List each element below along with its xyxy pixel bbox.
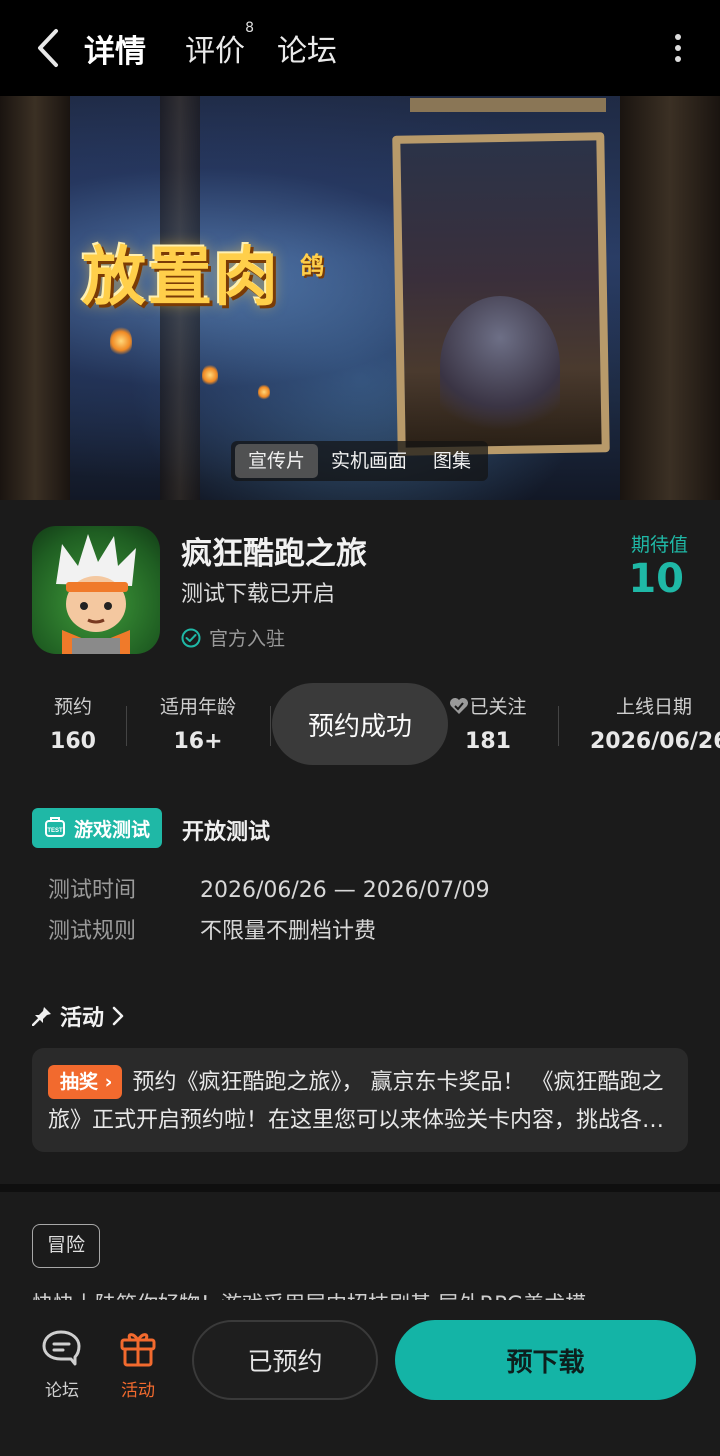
game-subtitle: 测试下载已开启 xyxy=(181,582,336,607)
stat-divider xyxy=(558,706,559,746)
promo-video-banner[interactable]: 放置肉 鸽 宣传片 实机画面 图集 xyxy=(0,96,720,500)
stat-label: 上线日期 xyxy=(615,696,692,718)
heart-icon xyxy=(450,698,469,714)
game-info-section: 疯狂酷跑之旅 测试下载已开启 官方入驻 期待值 10 预约 160 适用年龄 1… xyxy=(0,500,720,1184)
pin-icon xyxy=(32,1007,51,1026)
lottery-tag: 抽奖 › xyxy=(48,1065,123,1099)
test-row-key: 测试规则 xyxy=(48,919,137,944)
media-tab-gallery[interactable]: 图集 xyxy=(420,444,484,478)
chevron-right-icon xyxy=(112,1006,124,1026)
banner-card-back xyxy=(410,98,606,112)
expectation-label: 期待值 xyxy=(630,534,688,556)
game-logo-text: 放置肉 xyxy=(82,241,280,315)
game-test-badge: TEST 游戏测试 xyxy=(32,808,163,848)
test-badge-label: 游戏测试 xyxy=(74,818,151,841)
tab-forum-label: 论坛 xyxy=(277,34,337,69)
stat-divider xyxy=(126,706,127,746)
test-time-row: 测试时间 2026/06/26 — 2026/07/09 xyxy=(48,872,490,904)
stat-followers: 已关注 181 xyxy=(440,692,536,754)
tab-detail-label: 详情 xyxy=(84,34,146,70)
stat-label: 预约 xyxy=(53,696,92,718)
tab-forum[interactable]: 论坛 xyxy=(277,26,337,70)
banner-pillar-left xyxy=(0,96,70,500)
activity-title: 活动 xyxy=(60,1006,105,1031)
reserved-button[interactable]: 已预约 xyxy=(192,1320,378,1400)
top-nav-bar: 详情 评价 8 论坛 xyxy=(0,0,720,96)
stat-age-rating: 适用年龄 16+ xyxy=(150,692,246,754)
game-icon-art xyxy=(56,534,136,654)
media-tabs: 宣传片 实机画面 图集 xyxy=(231,441,489,481)
game-logo-small: 鸽 xyxy=(300,252,324,280)
bottom-activity-label: 活动 xyxy=(121,1381,155,1401)
test-rules-row: 测试规则 不限量不删档计费 xyxy=(48,913,376,945)
test-row-value: 不限量不删档计费 xyxy=(200,919,377,944)
reservation-success-toast: 预约成功 xyxy=(272,683,448,765)
gift-icon xyxy=(120,1333,156,1367)
official-verified-badge: 官方入驻 xyxy=(181,624,285,651)
test-row-value: 2026/06/26 — 2026/07/09 xyxy=(200,878,490,903)
stat-value: 181 xyxy=(465,729,511,754)
review-count-badge: 8 xyxy=(245,20,254,36)
torch-flame xyxy=(202,364,218,386)
lottery-tag-label: 抽奖 xyxy=(60,1071,99,1093)
more-menu-icon[interactable] xyxy=(666,30,690,66)
activity-card[interactable]: 抽奖 › 预约《疯狂酷跑之旅》， 赢京东卡奖品！ 《疯狂酷跑之旅》正式开启预约啦！… xyxy=(32,1048,688,1152)
torch-flame xyxy=(258,384,270,400)
stat-value: 2026/06/26 xyxy=(590,729,720,754)
media-tab-gameplay[interactable]: 实机画面 xyxy=(318,444,420,478)
bottom-action-bar: 论坛 活动 已预约 预下载 xyxy=(0,1300,720,1456)
tab-review-label: 评价 xyxy=(185,34,245,69)
back-button[interactable] xyxy=(28,22,68,74)
forum-chat-icon xyxy=(42,1330,81,1366)
stat-release-date: 上线日期 2026/06/26 xyxy=(590,692,720,754)
banner-character-figure xyxy=(440,296,560,436)
stat-label: 适用年龄 xyxy=(159,696,236,718)
game-app-icon xyxy=(32,526,160,654)
banner-pillar-right xyxy=(620,96,720,500)
bottom-forum-label: 论坛 xyxy=(45,1381,79,1401)
activity-text: 预约《疯狂酷跑之旅》， 赢京东卡奖品！ 《疯狂酷跑之旅》正式开启预约啦！在这里您… xyxy=(48,1070,665,1133)
test-flask-icon: TEST xyxy=(45,817,65,837)
svg-text:TEST: TEST xyxy=(47,828,63,834)
expectation-value: 10 xyxy=(628,556,684,602)
stat-value: 16+ xyxy=(173,729,223,754)
stat-label-text: 已关注 xyxy=(469,696,527,718)
stat-reservations: 预约 160 xyxy=(42,692,104,754)
section-separator xyxy=(0,1184,720,1192)
media-tab-trailer[interactable]: 宣传片 xyxy=(235,444,319,478)
test-type-title: 开放测试 xyxy=(182,820,271,845)
stat-value: 160 xyxy=(50,729,96,754)
bottom-activity-button[interactable]: 活动 xyxy=(108,1326,168,1401)
pre-download-button[interactable]: 预下载 xyxy=(395,1320,696,1400)
stat-label: 已关注 xyxy=(440,692,536,719)
bottom-forum-button[interactable]: 论坛 xyxy=(32,1326,92,1401)
stat-divider xyxy=(270,706,271,746)
verified-check-icon xyxy=(181,628,201,647)
activity-header-link[interactable]: 活动 xyxy=(32,1000,124,1032)
tab-review[interactable]: 评价 8 xyxy=(185,20,254,70)
torch-flame xyxy=(110,326,132,356)
tab-detail[interactable]: 详情 xyxy=(81,26,149,72)
test-row-key: 测试时间 xyxy=(48,878,137,903)
activity-content: 抽奖 › 预约《疯狂酷跑之旅》， 赢京东卡奖品！ 《疯狂酷跑之旅》正式开启预约啦！… xyxy=(48,1064,672,1140)
back-arrow-icon xyxy=(38,29,58,67)
game-title: 疯狂酷跑之旅 xyxy=(181,536,367,572)
genre-tag[interactable]: 冒险 xyxy=(32,1224,101,1268)
official-label: 官方入驻 xyxy=(209,628,286,650)
